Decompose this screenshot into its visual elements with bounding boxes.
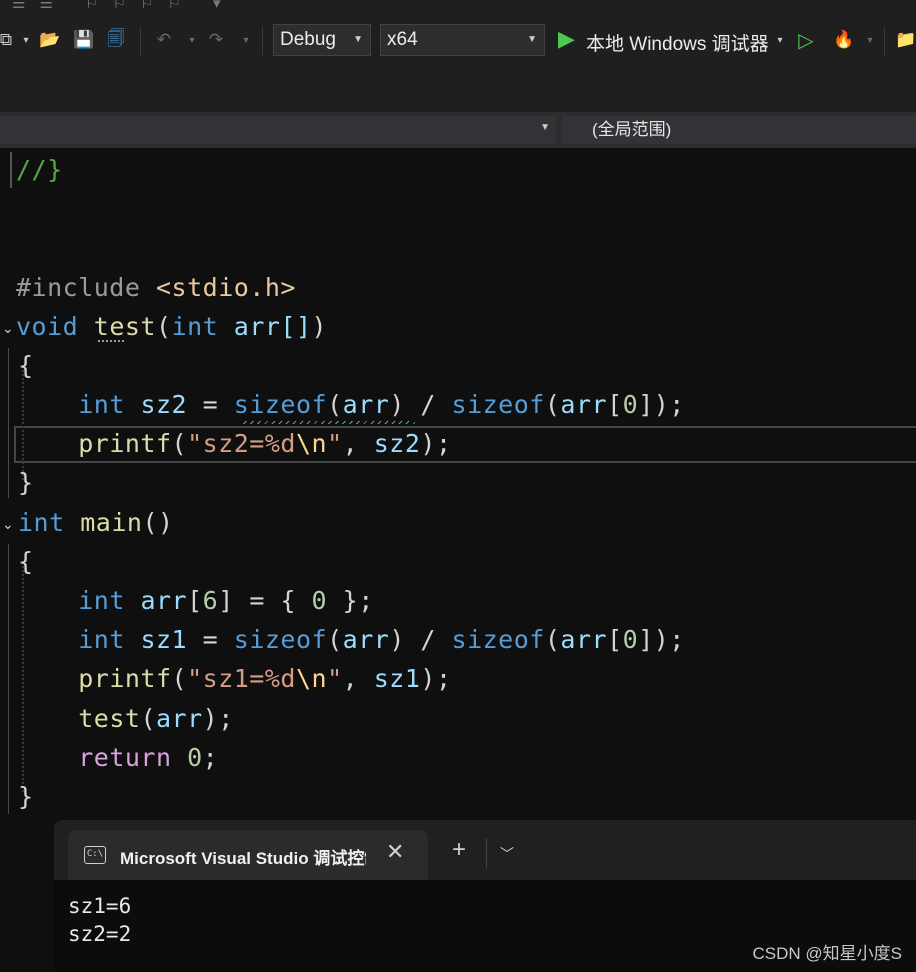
code-line: int main() bbox=[18, 508, 174, 537]
configuration-select[interactable]: Debug ▼ bbox=[273, 24, 371, 56]
new-tab-icon[interactable]: + bbox=[452, 838, 466, 862]
code-line: } bbox=[18, 468, 34, 497]
start-debugging-label[interactable]: 本地 Windows 调试器 bbox=[586, 29, 769, 56]
hot-reload-dropdown-icon[interactable]: ▾ bbox=[858, 28, 882, 52]
toolbar-overflow-icons: ☰☰ ⚐⚐⚐⚐ ▾ bbox=[12, 0, 235, 12]
code-line: //} bbox=[16, 155, 63, 184]
redo-dropdown-icon[interactable]: ▾ bbox=[234, 28, 258, 52]
debug-console-window: C:\ Microsoft Visual Studio 调试控制台 ✕ + ﹀ … bbox=[54, 820, 916, 972]
open-folder-icon[interactable]: 📂 bbox=[38, 28, 62, 52]
scope-line bbox=[8, 544, 9, 814]
start-without-debugging-icon[interactable]: ▷ bbox=[794, 28, 818, 52]
new-dropdown-icon[interactable]: ▾ bbox=[14, 28, 38, 52]
code-line: test(arr); bbox=[78, 704, 234, 733]
chevron-down-icon: ▼ bbox=[527, 34, 537, 45]
console-output-line: sz1=6 bbox=[68, 894, 132, 918]
console-icon: C:\ bbox=[84, 846, 106, 864]
start-debugging-icon[interactable]: ▶ bbox=[558, 26, 575, 52]
scope-line bbox=[8, 348, 9, 498]
toolbar-separator bbox=[262, 27, 263, 55]
tab-separator bbox=[486, 838, 487, 868]
code-line: int sz1 = sizeof(arr) / sizeof(arr[0]); bbox=[78, 625, 685, 654]
code-line: void test(int arr[]) bbox=[16, 312, 328, 341]
hot-reload-icon[interactable]: 🔥 bbox=[832, 28, 856, 52]
toolbar-row: ⧉ ▾ 📂 💾 🗐 ↶ ▾ ↷ ▾ Debug ▼ x64 ▼ ▶ 本地 Win… bbox=[0, 22, 916, 60]
global-scope-value: (全局范围) bbox=[592, 120, 672, 139]
collapse-icon[interactable]: ⌄ bbox=[2, 320, 14, 337]
close-icon[interactable]: ✕ bbox=[386, 839, 404, 865]
chevron-down-icon: ▼ bbox=[353, 34, 363, 45]
code-line: int arr[6] = { 0 }; bbox=[78, 586, 374, 615]
console-output-line: sz2=2 bbox=[68, 922, 132, 946]
member-scope-select[interactable]: ▼ bbox=[0, 116, 556, 144]
platform-value: x64 bbox=[387, 29, 418, 50]
platform-select[interactable]: x64 ▼ bbox=[380, 24, 545, 56]
save-all-icon[interactable]: 🗐 bbox=[104, 28, 128, 52]
navigation-bar: ▼ (全局范围) bbox=[0, 112, 916, 148]
redo-icon[interactable]: ↷ bbox=[204, 28, 228, 52]
collapse-icon[interactable]: ⌄ bbox=[2, 516, 14, 533]
undo-icon[interactable]: ↶ bbox=[152, 28, 176, 52]
change-indicator bbox=[10, 152, 12, 188]
console-tab-bar: C:\ Microsoft Visual Studio 调试控制台 ✕ + ﹀ bbox=[54, 820, 916, 880]
code-line: { bbox=[18, 547, 34, 576]
watermark: CSDN @知星小度S bbox=[752, 944, 903, 963]
console-tab-title: Microsoft Visual Studio 调试控制台 bbox=[120, 849, 366, 868]
code-line: #include <stdio.h> bbox=[16, 273, 296, 302]
save-icon[interactable]: 💾 bbox=[72, 28, 96, 52]
console-output: sz1=6 sz2=2 bbox=[68, 892, 131, 948]
code-line: return 0; bbox=[78, 743, 219, 772]
code-line: { bbox=[18, 351, 34, 380]
code-line: int sz2 = sizeof(arr) / sizeof(arr[0]); bbox=[78, 390, 685, 419]
code-line: printf("sz2=%d\n", sz2); bbox=[78, 429, 452, 458]
chevron-down-icon[interactable]: ﹀ bbox=[500, 844, 514, 864]
configuration-value: Debug bbox=[280, 29, 336, 50]
debug-target-dropdown-icon[interactable]: ▾ bbox=[768, 28, 792, 52]
global-scope-select[interactable]: (全局范围) bbox=[562, 116, 916, 144]
undo-dropdown-icon[interactable]: ▾ bbox=[180, 28, 204, 52]
console-tab[interactable]: C:\ Microsoft Visual Studio 调试控制台 ✕ bbox=[68, 830, 428, 880]
code-line: printf("sz1=%d\n", sz1); bbox=[78, 664, 452, 693]
toolbar-separator bbox=[884, 27, 885, 55]
folder-icon[interactable]: 📁 bbox=[894, 28, 916, 52]
suggestion-dots bbox=[98, 340, 124, 342]
toolbar-separator bbox=[140, 27, 141, 55]
code-line: } bbox=[18, 782, 34, 811]
chevron-down-icon: ▼ bbox=[540, 122, 550, 133]
main-toolbar: ☰☰ ⚐⚐⚐⚐ ▾ ⧉ ▾ 📂 💾 🗐 ↶ ▾ ↷ ▾ Debug ▼ x64 … bbox=[0, 0, 916, 112]
